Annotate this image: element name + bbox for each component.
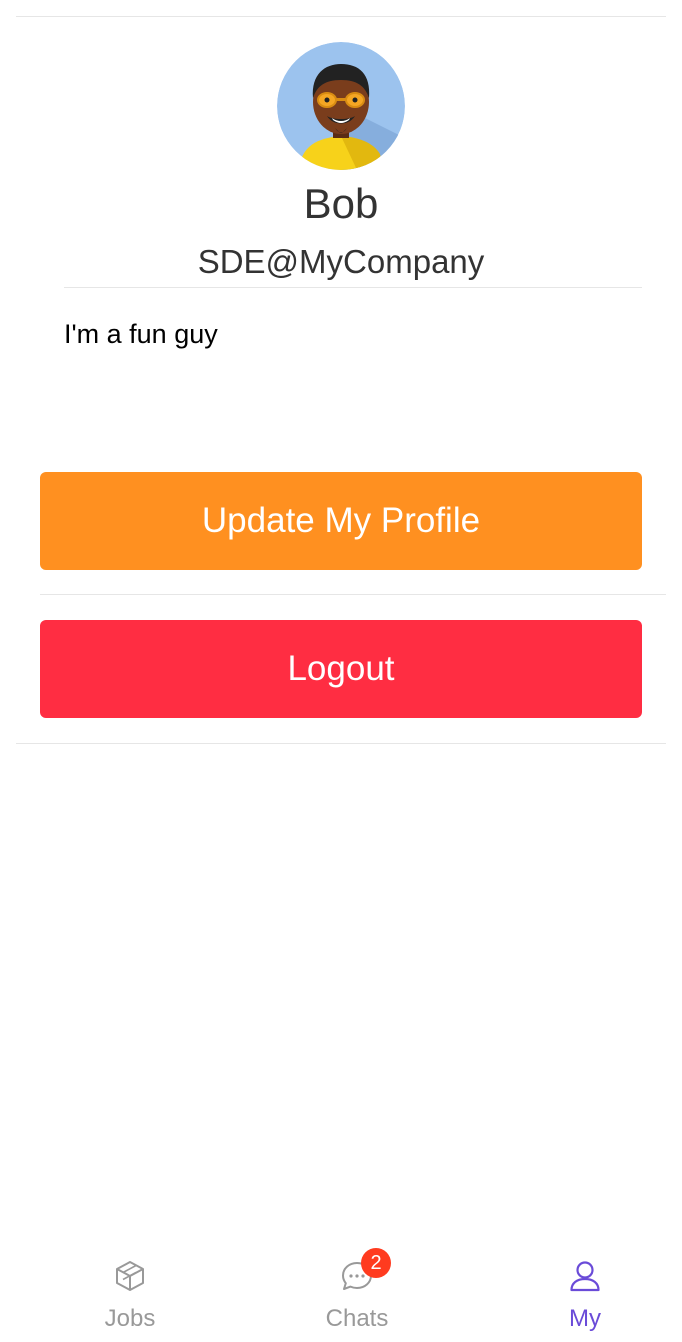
profile-bio: I'm a fun guy — [64, 319, 218, 349]
update-profile-button[interactable]: Update My Profile — [40, 472, 642, 570]
cube-icon — [116, 1261, 144, 1291]
top-divider — [16, 16, 666, 17]
button-divider — [40, 594, 666, 595]
avatar — [277, 42, 405, 170]
tab-my[interactable]: My — [505, 1240, 665, 1342]
tab-bar: Jobs 2 Chats My — [0, 1240, 682, 1342]
tab-jobs-label: Jobs — [104, 1305, 156, 1332]
section-divider — [16, 743, 666, 744]
unread-badge: 2 — [361, 1248, 391, 1278]
profile-title: SDE@MyCompany — [197, 243, 485, 280]
tab-chats[interactable]: 2 Chats — [277, 1240, 437, 1342]
tab-jobs[interactable]: Jobs — [50, 1240, 210, 1342]
user-icon — [570, 1261, 600, 1292]
profile-name: Bob — [303, 180, 379, 227]
person-with-glasses-avatar-icon — [277, 42, 405, 170]
tab-my-label: My — [569, 1305, 601, 1332]
logout-button[interactable]: Logout — [40, 620, 642, 718]
title-divider — [64, 287, 642, 288]
tab-chats-label: Chats — [325, 1305, 389, 1332]
